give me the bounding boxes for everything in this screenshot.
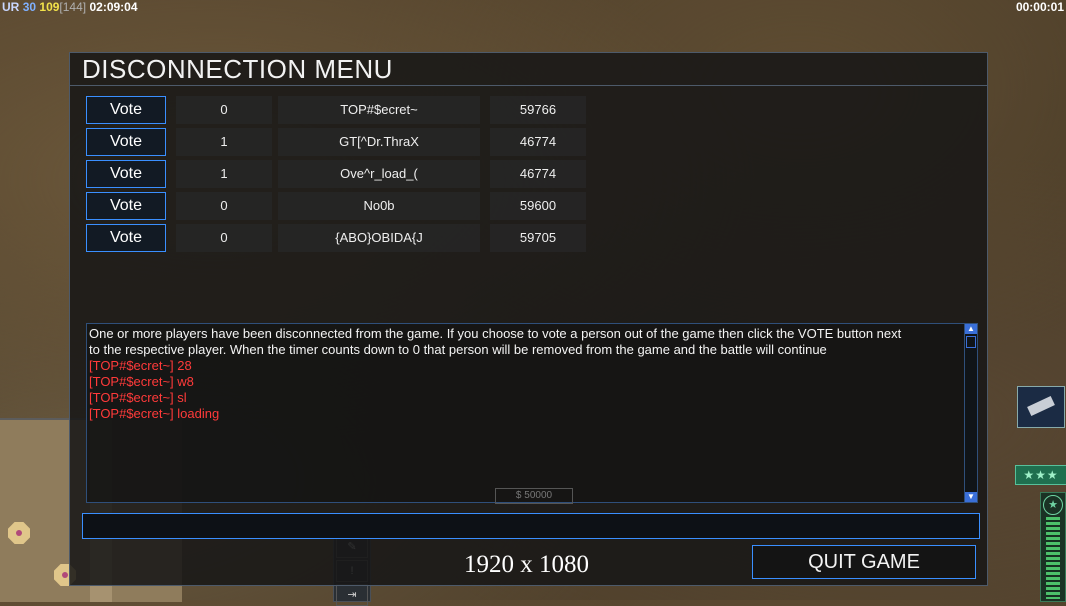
money-display-behind: $ 50000 bbox=[495, 488, 573, 504]
vote-count: 1 bbox=[176, 160, 272, 188]
player-timer: 59766 bbox=[490, 96, 586, 124]
disconnection-dialog: DISCONNECTION MENU Vote 0 TOP#$ecret~ 59… bbox=[69, 52, 988, 586]
hud-ur-label: UR bbox=[2, 0, 20, 14]
hud-value-2: 109 bbox=[39, 0, 60, 14]
chat-message: [TOP#$ecret~] w8 bbox=[89, 374, 194, 389]
system-message-line: One or more players have been disconnect… bbox=[89, 326, 902, 341]
quit-game-button[interactable]: QUIT GAME bbox=[752, 545, 976, 579]
player-timer: 59705 bbox=[490, 224, 586, 252]
system-message-line: to the respective player. When the timer… bbox=[89, 342, 827, 357]
title-divider bbox=[70, 85, 987, 86]
star-emblem-icon: ★ bbox=[1043, 495, 1063, 515]
vote-count: 1 bbox=[176, 128, 272, 156]
vote-button[interactable]: Vote bbox=[86, 96, 166, 124]
chat-message: [TOP#$ecret~] 28 bbox=[89, 358, 192, 373]
scroll-up-icon[interactable]: ▲ bbox=[965, 324, 977, 334]
hud-timer-right: 00:00:01 bbox=[1015, 0, 1064, 14]
vote-button[interactable]: Vote bbox=[86, 128, 166, 156]
power-bar: ★ bbox=[1040, 492, 1066, 602]
rank-stars: ★★★ bbox=[1015, 465, 1066, 485]
vote-count: 0 bbox=[176, 224, 272, 252]
vote-button[interactable]: Vote bbox=[86, 160, 166, 188]
dialog-title: DISCONNECTION MENU bbox=[82, 54, 393, 84]
vote-count: 0 bbox=[176, 96, 272, 124]
player-name: TOP#$ecret~ bbox=[278, 96, 480, 124]
hud-value-3: [144] bbox=[59, 0, 87, 14]
chat-message: [TOP#$ecret~] sl bbox=[89, 390, 187, 405]
resolution-label: 1920 x 1080 bbox=[464, 551, 589, 578]
chat-log[interactable]: One or more players have been disconnect… bbox=[86, 323, 978, 503]
chat-message: [TOP#$ecret~] loading bbox=[89, 406, 220, 421]
player-name: Ove^r_load_( bbox=[278, 160, 480, 188]
player-name: GT[^Dr.ThraX bbox=[278, 128, 480, 156]
scroll-down-icon[interactable]: ▼ bbox=[965, 492, 977, 502]
player-name: No0b bbox=[278, 192, 480, 220]
chat-text: One or more players have been disconnect… bbox=[89, 326, 959, 422]
satellite-unit-icon[interactable] bbox=[1017, 386, 1065, 428]
power-bar-fill bbox=[1046, 517, 1060, 599]
hud-game-time: 02:09:04 bbox=[89, 0, 138, 14]
vote-button[interactable]: Vote bbox=[86, 224, 166, 252]
vote-count: 0 bbox=[176, 192, 272, 220]
player-timer: 46774 bbox=[490, 160, 586, 188]
chat-scrollbar[interactable]: ▲ ▼ bbox=[964, 324, 977, 502]
player-timer: 46774 bbox=[490, 128, 586, 156]
hud-top-left: UR 30 109[144] 02:09:04 bbox=[2, 0, 138, 14]
minimap-base-marker bbox=[8, 522, 30, 544]
scroll-thumb[interactable] bbox=[966, 336, 976, 348]
player-timer: 59600 bbox=[490, 192, 586, 220]
player-name: {ABO}OBIDA{J bbox=[278, 224, 480, 252]
chat-input[interactable] bbox=[82, 513, 980, 539]
hud-value-1: 30 bbox=[22, 0, 37, 14]
waypoint-icon[interactable]: ⇥ bbox=[336, 584, 368, 606]
vote-button[interactable]: Vote bbox=[86, 192, 166, 220]
